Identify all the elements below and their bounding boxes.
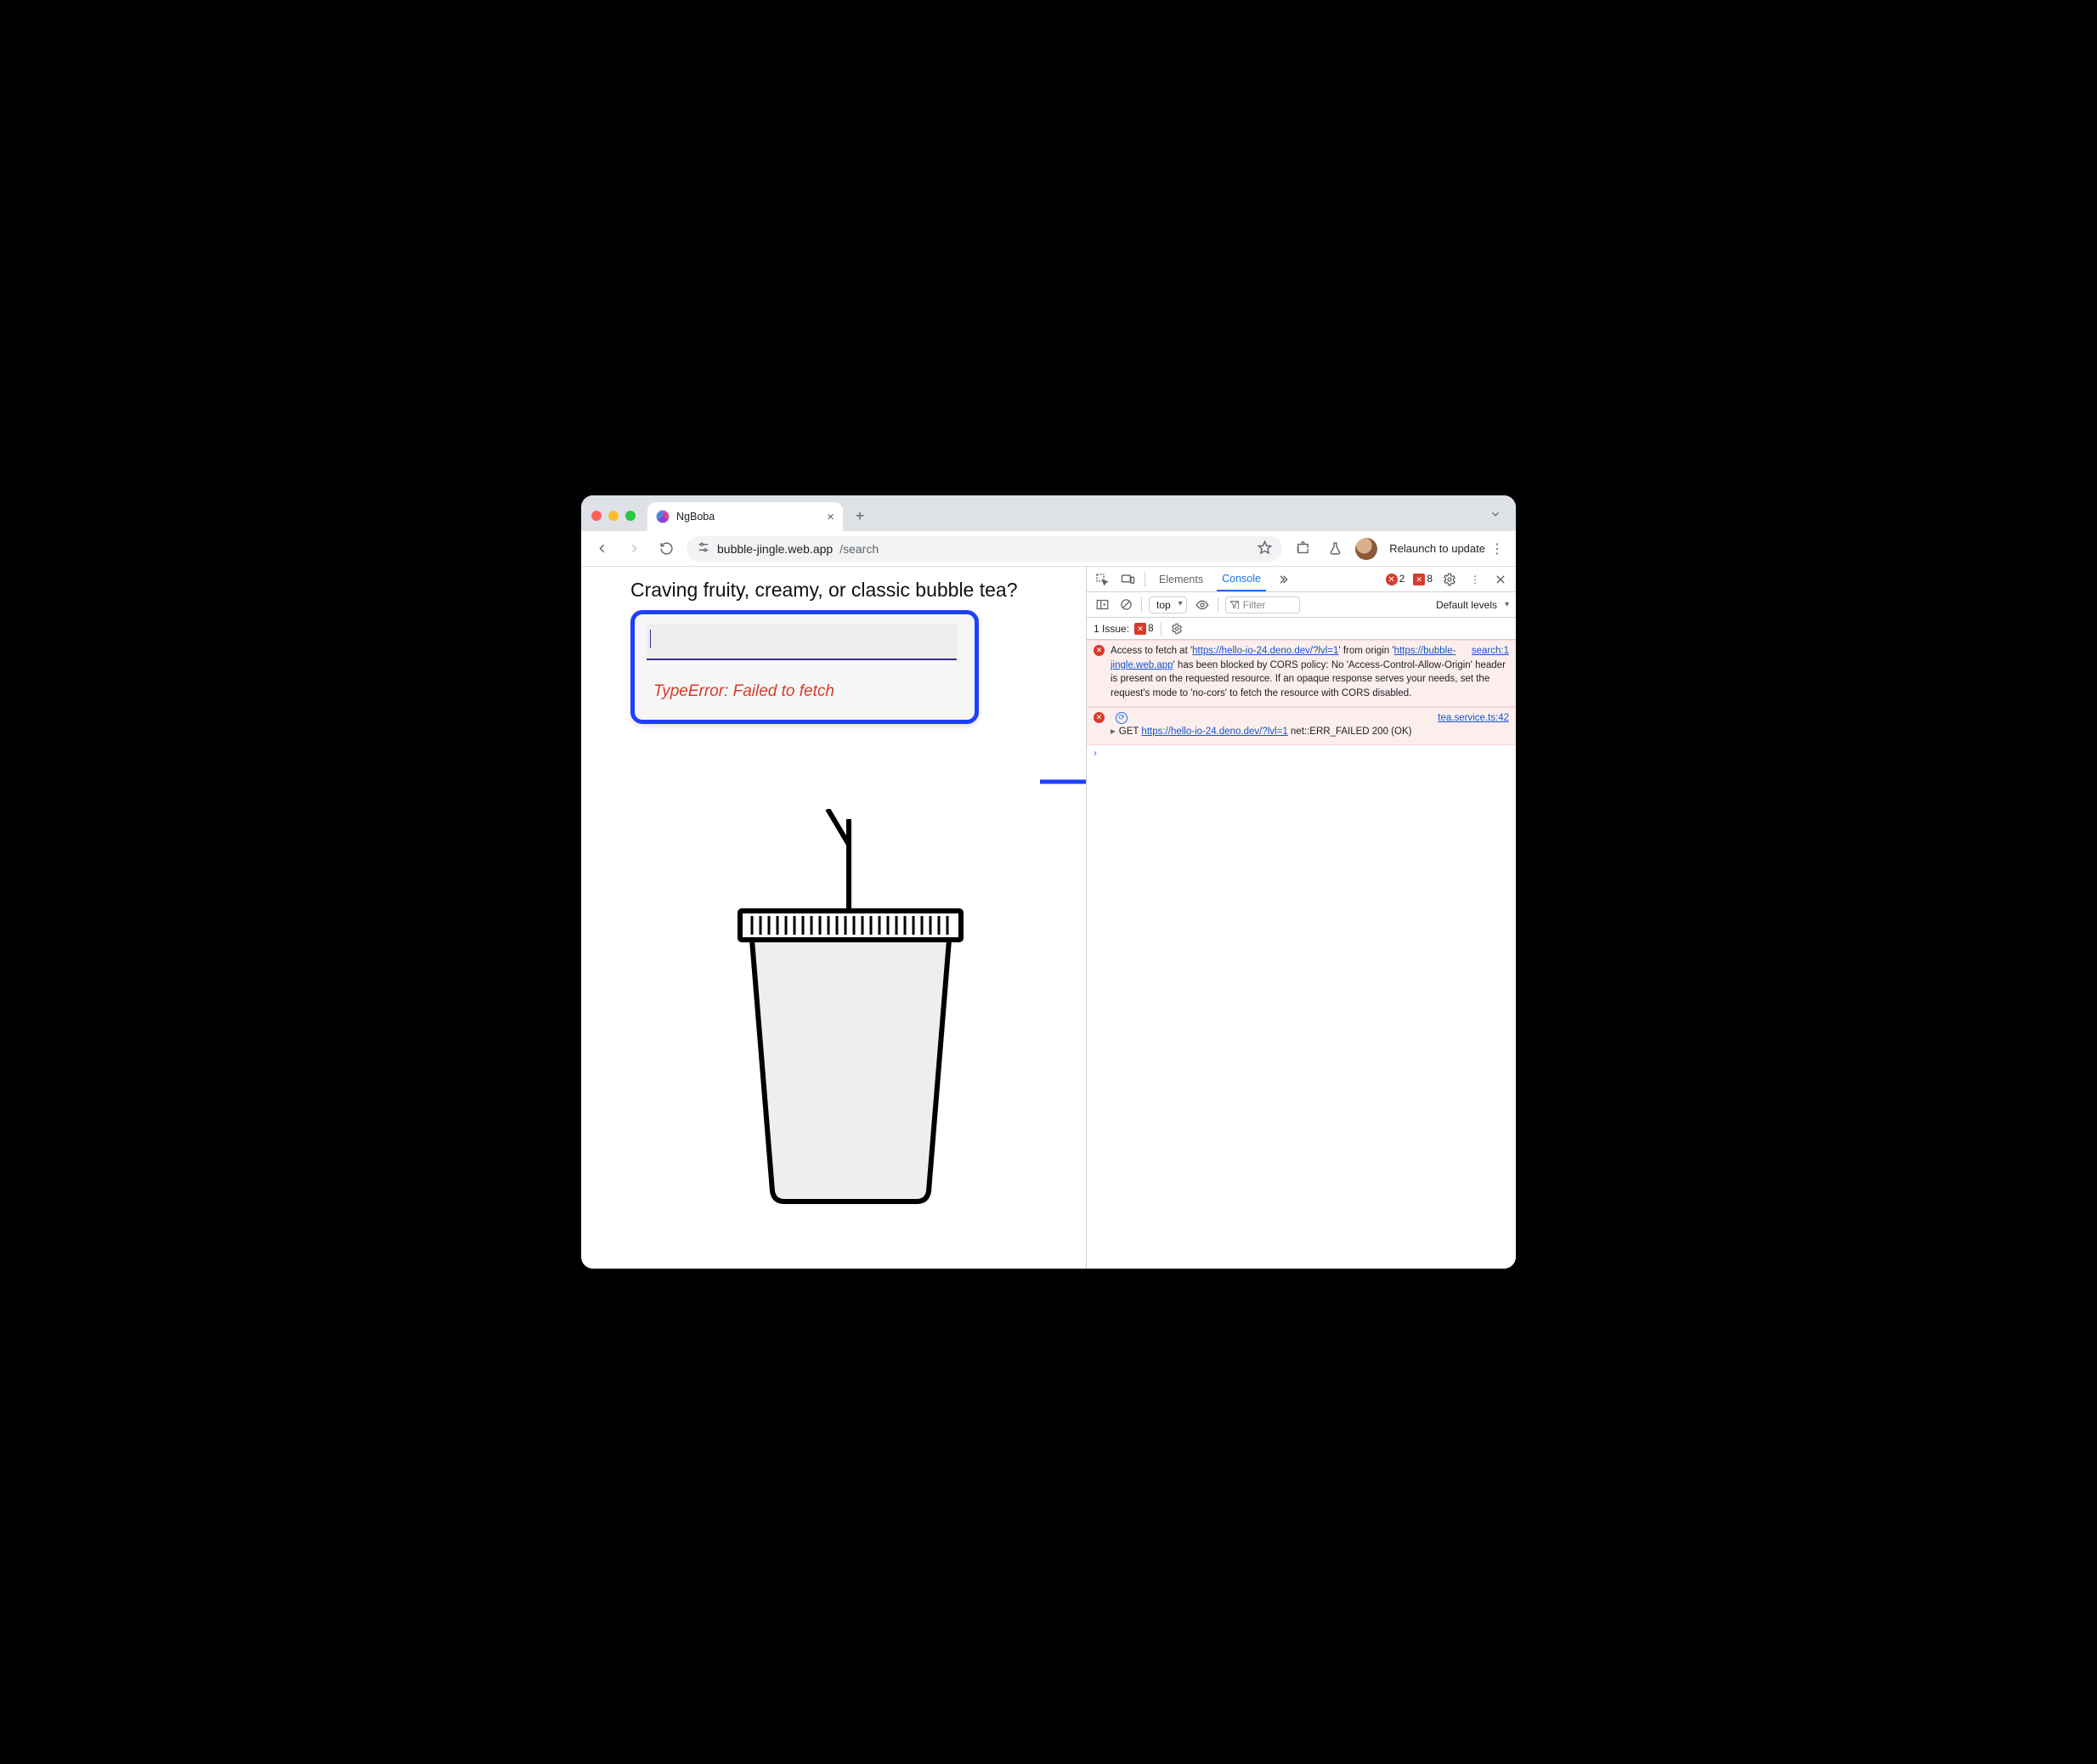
context-selector[interactable]: top (1149, 596, 1187, 613)
close-window-button[interactable] (591, 511, 602, 521)
reload-button[interactable] (654, 537, 678, 561)
tab-elements[interactable]: Elements (1154, 567, 1208, 591)
text-caret (650, 630, 651, 648)
more-tabs-chevron-icon[interactable] (1275, 571, 1292, 588)
minimize-window-button[interactable] (608, 511, 619, 521)
page-heading: Craving fruity, creamy, or classic bubbl… (630, 579, 1071, 602)
search-input[interactable] (647, 625, 957, 660)
retry-icon[interactable]: ⟳ (1116, 712, 1128, 724)
new-tab-button[interactable]: + (848, 504, 872, 528)
tab-strip: NgBoba × + (581, 495, 1516, 531)
devtools-panel: Elements Console ✕2 ✕8 ⋮ top (1086, 567, 1516, 1269)
window-menu-chevron-icon[interactable] (1487, 506, 1504, 523)
tab-favicon (656, 510, 670, 523)
browser-tab[interactable]: NgBoba × (647, 502, 843, 531)
inspect-element-icon[interactable] (1094, 571, 1111, 588)
console-error-entry[interactable]: ✕ search:1 Access to fetch at 'https://h… (1087, 640, 1516, 707)
bookmark-star-icon[interactable] (1258, 540, 1272, 557)
issues-label: 1 Issue: (1094, 623, 1129, 635)
cup-illustration (630, 809, 1071, 1208)
devtools-tab-bar: Elements Console ✕2 ✕8 ⋮ (1087, 567, 1516, 592)
content-area: Craving fruity, creamy, or classic bubbl… (581, 567, 1516, 1269)
devtools-kebab-icon[interactable]: ⋮ (1467, 571, 1484, 588)
source-link[interactable]: search:1 (1472, 644, 1509, 659)
issues-bar: 1 Issue: ✕8 (1087, 618, 1516, 640)
console-output: ✕ search:1 Access to fetch at 'https://h… (1087, 640, 1516, 1269)
profile-avatar[interactable] (1355, 538, 1377, 560)
maximize-window-button[interactable] (625, 511, 636, 521)
clear-console-icon[interactable] (1117, 596, 1134, 613)
console-error-entry[interactable]: ✕ tea.service.ts:42⟳ ▸GET https://hello-… (1087, 707, 1516, 745)
failed-request-link[interactable]: https://hello-io-24.deno.dev/?lvl=1 (1141, 727, 1287, 737)
warning-count-badge[interactable]: ✕8 (1413, 573, 1433, 586)
devtools-close-icon[interactable] (1492, 571, 1509, 588)
filter-placeholder: Filter (1243, 599, 1266, 611)
tab-title: NgBoba (676, 511, 715, 523)
issues-badge[interactable]: ✕8 (1134, 622, 1154, 636)
error-count-badge[interactable]: ✕2 (1386, 573, 1405, 586)
address-bar[interactable]: bubble-jingle.web.app/search (687, 536, 1282, 562)
url-path: /search (839, 542, 879, 556)
tab-close-icon[interactable]: × (827, 510, 834, 524)
device-toolbar-icon[interactable] (1119, 571, 1136, 588)
site-settings-icon[interactable] (697, 541, 710, 556)
browser-window: NgBoba × + bubble-jingle.web.app/search … (581, 495, 1516, 1269)
console-sidebar-toggle-icon[interactable] (1094, 596, 1111, 613)
log-levels-selector[interactable]: Default levels (1436, 599, 1509, 611)
window-controls (591, 511, 636, 521)
annotation-arrow-icon (1040, 760, 1086, 803)
relaunch-button[interactable]: Relaunch to update ⋮ (1386, 540, 1507, 557)
cors-target-link[interactable]: https://hello-io-24.deno.dev/?lvl=1 (1192, 646, 1338, 656)
disclosure-triangle-icon[interactable]: ▸ (1111, 727, 1116, 737)
error-icon: ✕ (1094, 712, 1105, 723)
tab-console[interactable]: Console (1217, 567, 1266, 591)
browser-toolbar: bubble-jingle.web.app/search Relaunch to… (581, 531, 1516, 567)
search-card: TypeError: Failed to fetch (630, 610, 979, 724)
source-link[interactable]: tea.service.ts:42 (1438, 711, 1509, 726)
error-icon: ✕ (1094, 645, 1105, 656)
back-button[interactable] (590, 537, 613, 561)
console-toolbar: top Filter Default levels (1087, 592, 1516, 618)
kebab-menu-icon[interactable]: ⋮ (1490, 540, 1504, 557)
extensions-icon[interactable] (1291, 537, 1314, 561)
devtools-settings-gear-icon[interactable] (1441, 571, 1458, 588)
web-page: Craving fruity, creamy, or classic bubbl… (581, 567, 1086, 1269)
live-expression-eye-icon[interactable] (1194, 596, 1211, 613)
relaunch-label: Relaunch to update (1389, 542, 1485, 555)
error-message: TypeError: Failed to fetch (643, 660, 966, 706)
forward-button[interactable] (622, 537, 646, 561)
console-prompt[interactable]: › (1087, 745, 1516, 762)
issues-settings-gear-icon[interactable] (1168, 620, 1185, 637)
console-filter-input[interactable]: Filter (1225, 596, 1301, 613)
url-host: bubble-jingle.web.app (717, 542, 833, 556)
labs-flask-icon[interactable] (1323, 537, 1347, 561)
